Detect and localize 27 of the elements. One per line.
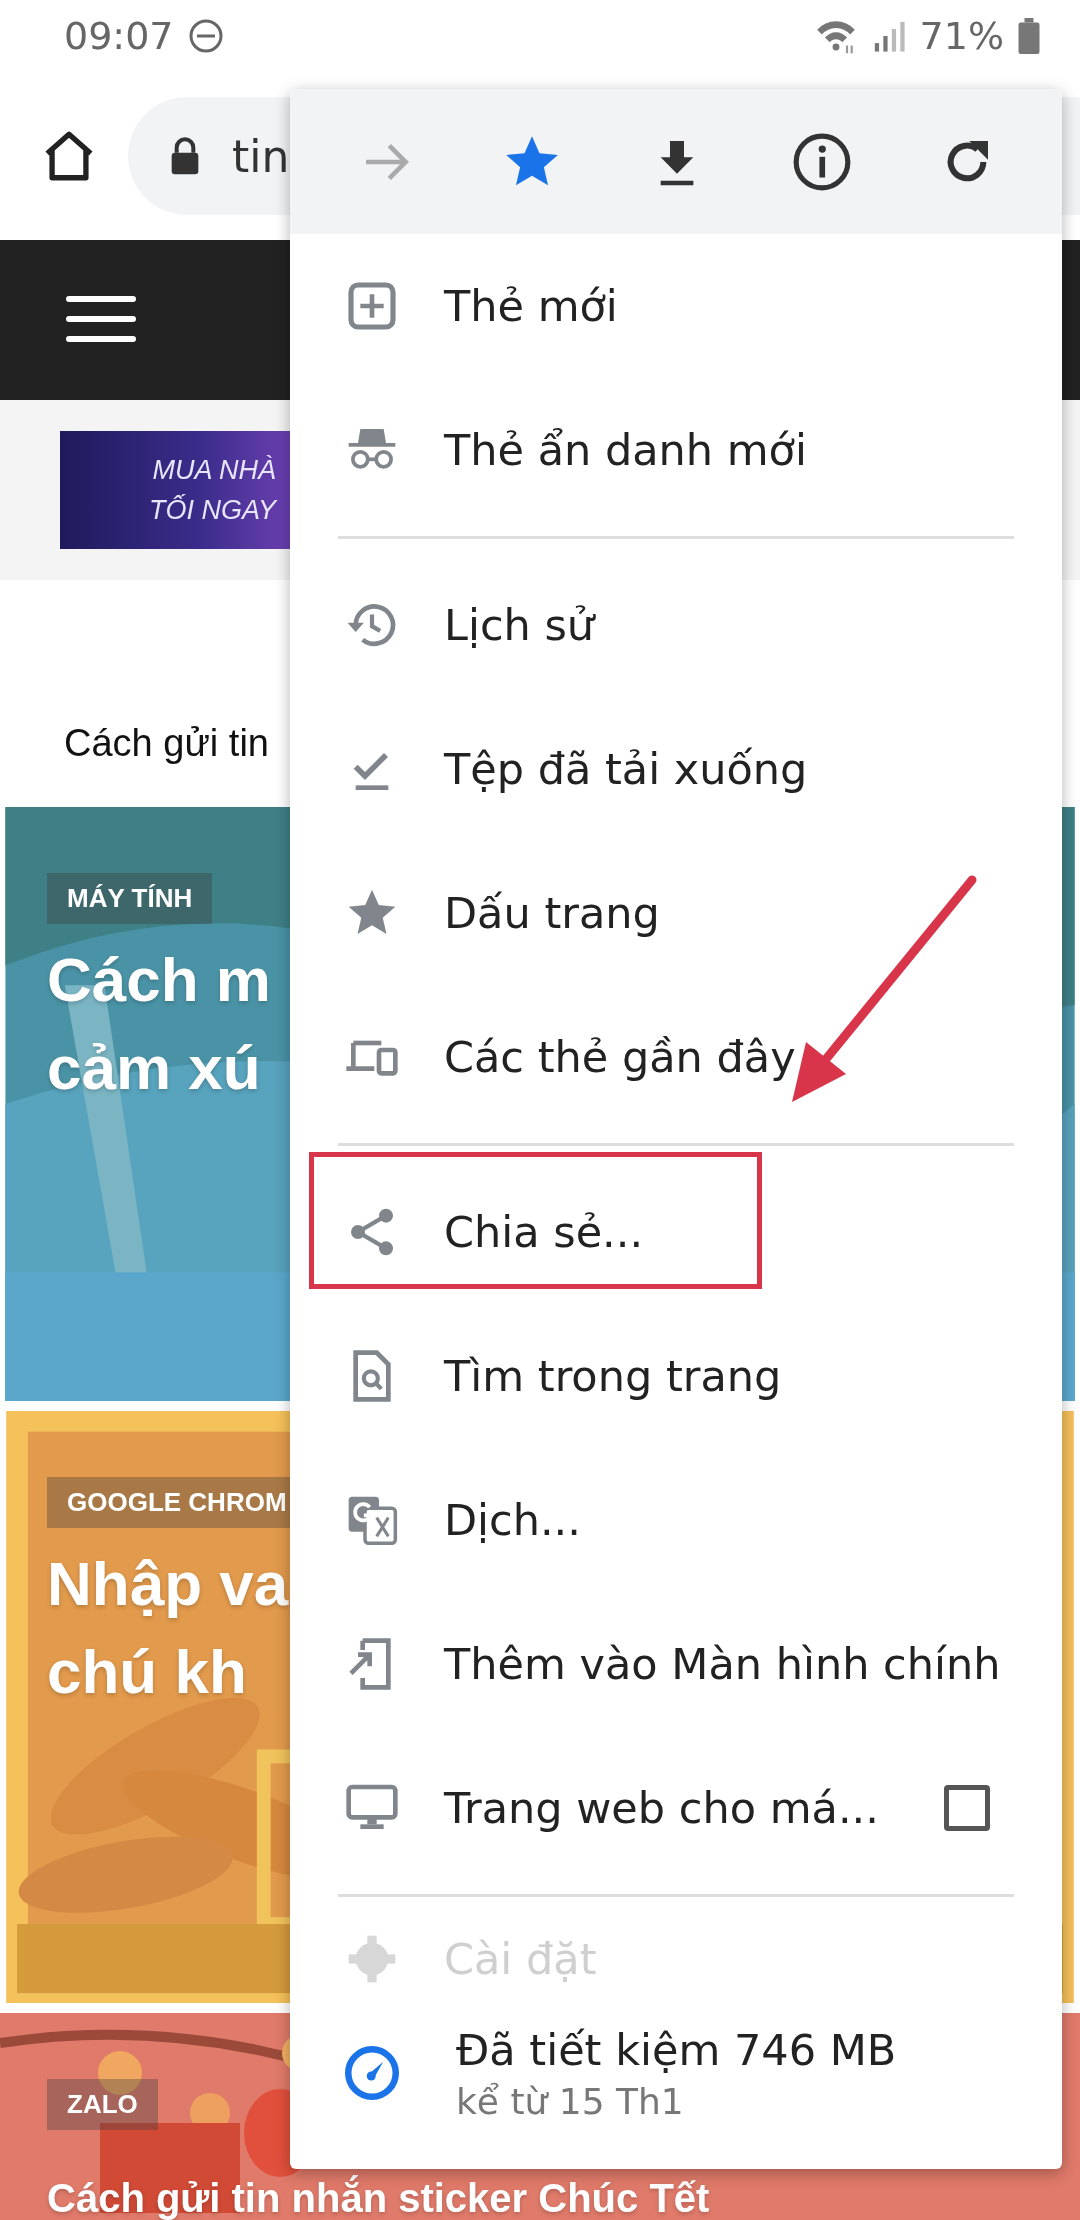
url-text: tin	[232, 130, 290, 182]
gauge-icon	[342, 2043, 402, 2103]
menu-item[interactable]: Các thẻ gần đây	[290, 985, 1062, 1129]
data-saver-item[interactable]: Đã tiết kiệm 746 MB kể từ 15 Th1	[290, 2007, 1062, 2169]
data-saved-text: Đã tiết kiệm 746 MB	[456, 2024, 897, 2075]
menu-item[interactable]: Dấu trang	[290, 841, 1062, 985]
category-tag[interactable]: MÁY TÍNH	[47, 873, 213, 924]
battery-icon	[1018, 18, 1040, 54]
checkbox[interactable]	[944, 1785, 990, 1831]
menu-item[interactable]: Lịch sử	[290, 553, 1062, 697]
menu-item[interactable]: Tệp đã tải xuống	[290, 697, 1062, 841]
menu-item[interactable]: Trang web cho má...	[290, 1736, 1062, 1880]
since-date-text: kể từ 15 Th1	[456, 2080, 685, 2122]
ad-banner[interactable]: MUA NHÀ TỐI NGAY	[60, 431, 290, 549]
category-tag[interactable]: ZALO	[47, 2079, 158, 2130]
ad-text: TỐI NGAY	[149, 493, 276, 527]
menu-item[interactable]: Thẻ mới	[290, 234, 1062, 378]
clock: 09:07	[64, 14, 174, 58]
article-link[interactable]: Cách gửi tin	[64, 722, 269, 765]
menu-item[interactable]: Tìm trong trang	[290, 1304, 1062, 1448]
menu-icon[interactable]	[66, 296, 136, 344]
do-not-disturb-icon	[187, 18, 224, 54]
menu-item[interactable]: Thẻ ẩn danh mới	[290, 378, 1062, 522]
battery-percent: 71%	[919, 14, 1004, 58]
ad-text: MUA NHÀ	[152, 454, 276, 487]
menu-item[interactable]: Chia sẻ...	[290, 1160, 1062, 1304]
menu-item[interactable]: Thêm vào Màn hình chính	[290, 1592, 1062, 1736]
